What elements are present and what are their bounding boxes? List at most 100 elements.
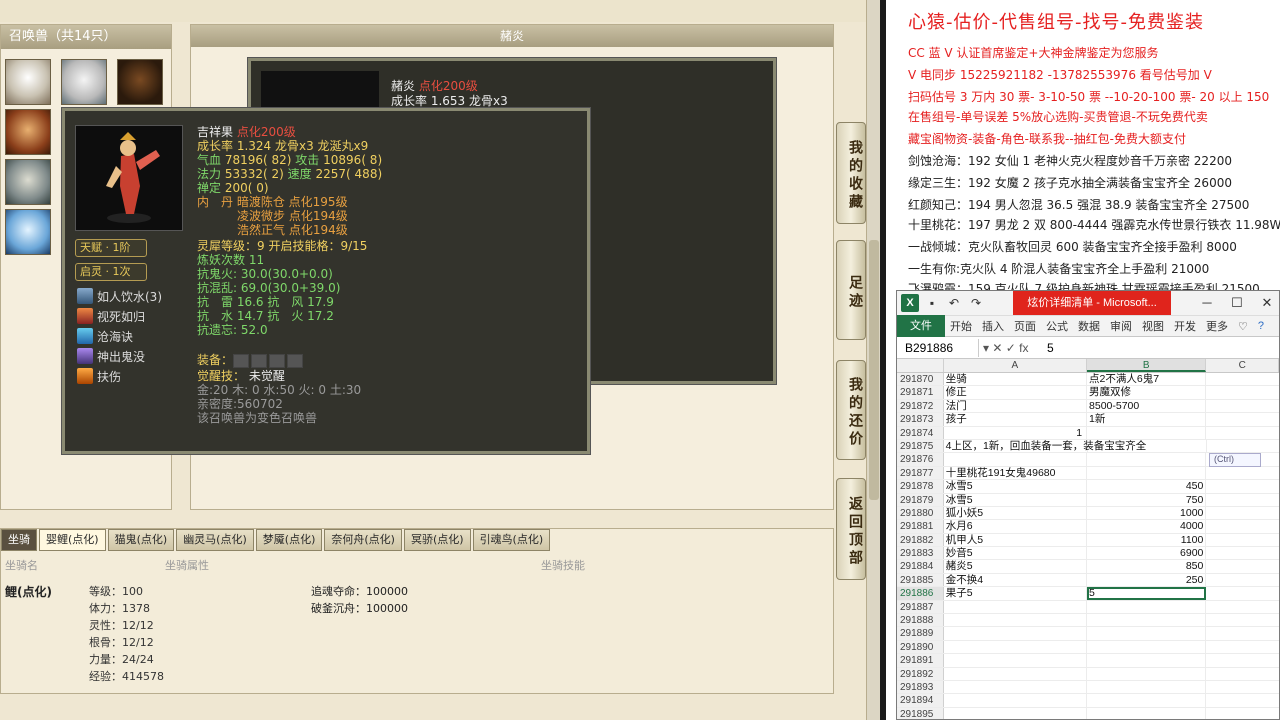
tab-mount-6[interactable]: 冥骄(点化) xyxy=(403,529,471,551)
cell-a[interactable]: 赭炎5 xyxy=(944,560,1087,573)
tab-mount-3[interactable]: 幽灵马(点化) xyxy=(176,529,254,551)
ribbon-tab[interactable]: 审阅 xyxy=(1105,318,1137,334)
cell-c[interactable] xyxy=(1206,614,1279,626)
cell-a[interactable]: 孩子 xyxy=(944,413,1088,426)
page-scrollbar[interactable] xyxy=(866,0,880,720)
formula-buttons-icon[interactable]: ▾ ✕ ✓ fx xyxy=(979,341,1039,355)
maximize-button[interactable]: ☐ xyxy=(1223,291,1251,315)
cell-a[interactable]: 冰雪5 xyxy=(944,493,1087,506)
equip-slot[interactable] xyxy=(251,353,268,368)
cell-c[interactable] xyxy=(1206,694,1279,706)
row-number[interactable]: 291885 xyxy=(897,573,944,587)
equip-slot[interactable] xyxy=(233,353,250,368)
cell-c[interactable] xyxy=(1206,601,1279,613)
skill-item[interactable]: 扶伤 xyxy=(77,367,121,385)
cell-b[interactable]: 1100 xyxy=(1087,533,1207,547)
row-number[interactable]: 291895 xyxy=(897,707,944,719)
skill-item[interactable]: 神出鬼没 xyxy=(77,347,145,365)
my-bargain-button[interactable]: 我的还价 xyxy=(836,360,866,460)
cell-c[interactable] xyxy=(1206,560,1279,572)
row-number[interactable]: 291883 xyxy=(897,547,944,560)
cell-c[interactable] xyxy=(1206,507,1279,519)
row-number[interactable]: 291887 xyxy=(897,600,944,614)
cell-a[interactable]: 机甲人5 xyxy=(944,533,1087,547)
cell-c[interactable] xyxy=(1207,440,1279,452)
scrollbar-thumb[interactable] xyxy=(869,240,879,500)
undo-icon[interactable]: ↶ xyxy=(945,294,963,312)
skill-item[interactable]: 如人饮水(3) xyxy=(77,287,162,305)
row-number[interactable]: 291871 xyxy=(897,386,944,399)
cell-c[interactable] xyxy=(1206,520,1279,532)
tab-mount-7[interactable]: 引魂鸟(点化) xyxy=(472,529,551,551)
cell-a[interactable]: 法门 xyxy=(944,399,1088,413)
cell-c[interactable] xyxy=(1206,547,1279,559)
cell-b[interactable]: 8500-5700 xyxy=(1087,399,1207,413)
back-to-top-button[interactable]: 返回顶部 xyxy=(836,478,866,580)
row-number[interactable]: 291874 xyxy=(897,426,944,439)
row-number[interactable]: 291886 xyxy=(897,587,944,600)
cell-b[interactable] xyxy=(1087,640,1207,654)
minimize-button[interactable]: ─ xyxy=(1193,291,1221,315)
cell-a[interactable] xyxy=(944,694,1088,707)
cell-c[interactable] xyxy=(1206,386,1279,398)
ribbon-tab[interactable]: 更多 xyxy=(1201,318,1233,334)
cell-b[interactable]: 点2不满人6鬼7 xyxy=(1087,373,1207,386)
my-favorites-button[interactable]: 我的收藏 xyxy=(836,122,866,224)
equip-slot[interactable] xyxy=(269,353,286,368)
cell-a[interactable] xyxy=(944,667,1088,680)
cell-b[interactable]: 4000 xyxy=(1087,520,1207,533)
cell-c[interactable] xyxy=(1206,373,1279,385)
skill-item[interactable]: 沧海诀 xyxy=(77,327,133,345)
summon-avatar[interactable] xyxy=(5,209,51,255)
tab-mount[interactable]: 坐骑 xyxy=(1,529,37,551)
cell-c[interactable] xyxy=(1206,681,1279,693)
row-number[interactable]: 291876 xyxy=(897,453,944,466)
cell-b[interactable]: 750 xyxy=(1087,493,1207,506)
name-box[interactable]: B291886 xyxy=(897,338,979,357)
cell-a[interactable]: 冰雪5 xyxy=(944,480,1087,493)
column-header-c[interactable]: C xyxy=(1206,359,1279,372)
cell-c[interactable] xyxy=(1206,654,1279,666)
close-button[interactable]: ✕ xyxy=(1253,291,1279,315)
row-number[interactable]: 291889 xyxy=(897,627,944,640)
cell-b[interactable] xyxy=(1087,707,1207,719)
cell-a[interactable]: 4上区，1新，回血装备一套，装备宝宝齐全 xyxy=(944,439,1146,453)
ribbon-tab[interactable]: 数据 xyxy=(1073,318,1105,334)
row-number[interactable]: 291888 xyxy=(897,614,944,627)
summon-avatar[interactable] xyxy=(5,159,51,205)
cell-c[interactable] xyxy=(1206,494,1279,506)
tab-mount-5[interactable]: 奈何舟(点化) xyxy=(324,529,402,551)
cell-b[interactable]: 1新 xyxy=(1087,413,1207,426)
cell-b[interactable] xyxy=(1087,680,1207,694)
cell-a[interactable]: 金不换4 xyxy=(944,573,1087,587)
equip-slot[interactable] xyxy=(287,353,304,368)
redo-icon[interactable]: ↷ xyxy=(967,294,985,312)
cell-b[interactable] xyxy=(1087,654,1207,667)
cell-b[interactable]: 850 xyxy=(1087,560,1207,573)
cell-c[interactable] xyxy=(1206,641,1279,653)
cell-a[interactable] xyxy=(944,600,1088,614)
tab-mount-2[interactable]: 猫鬼(点化) xyxy=(107,529,175,551)
row-number[interactable]: 291870 xyxy=(897,373,944,386)
help-icon[interactable]: ? xyxy=(1253,320,1269,332)
cell-b[interactable] xyxy=(1087,667,1207,680)
cell-b[interactable] xyxy=(1088,439,1207,453)
cell-b[interactable] xyxy=(1087,600,1207,614)
tab-mount-4[interactable]: 梦魇(点化) xyxy=(255,529,323,551)
ribbon-tab[interactable]: 开始 xyxy=(945,318,977,334)
cell-b[interactable]: 5 xyxy=(1087,587,1207,600)
summon-avatar[interactable] xyxy=(117,59,163,105)
row-number[interactable]: 291884 xyxy=(897,560,944,573)
row-number[interactable]: 291881 xyxy=(897,520,944,533)
formula-input[interactable]: 5 xyxy=(1039,341,1054,355)
row-number[interactable]: 291891 xyxy=(897,654,944,667)
row-number[interactable]: 291873 xyxy=(897,413,944,426)
row-number[interactable]: 291872 xyxy=(897,399,944,413)
row-number[interactable]: 291882 xyxy=(897,533,944,547)
row-number[interactable]: 291880 xyxy=(897,506,944,520)
cell-c[interactable] xyxy=(1206,427,1279,439)
cell-a[interactable] xyxy=(944,614,1088,627)
summon-avatar[interactable] xyxy=(5,59,51,105)
ribbon-tab[interactable]: 插入 xyxy=(977,318,1009,334)
row-number[interactable]: 291878 xyxy=(897,480,944,493)
